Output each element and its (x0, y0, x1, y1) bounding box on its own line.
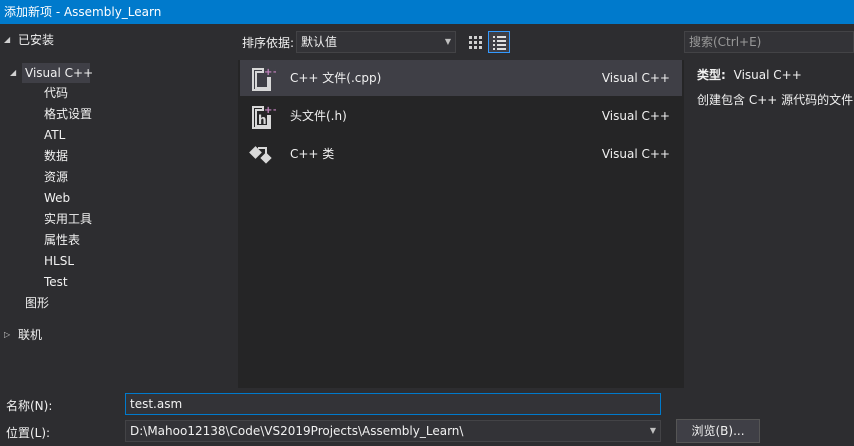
collapsed-arrow-icon[interactable]: ▷ (4, 325, 10, 345)
template-item-cpp-class[interactable]: C++ 类 Visual C++ (240, 136, 682, 172)
expanded-arrow-icon[interactable]: ◢ (4, 30, 10, 50)
expanded-arrow-icon[interactable]: ◢ (10, 63, 16, 83)
list-view-icon (493, 36, 506, 50)
location-value: D:\Mahoo12138\Code\VS2019Projects\Assemb… (130, 424, 464, 438)
tree-label-installed: 已安装 (18, 33, 55, 47)
type-info: 类型: Visual C++ (697, 66, 802, 83)
tree-item-test[interactable]: Test (44, 272, 68, 292)
svg-text:++: ++ (264, 67, 276, 78)
browse-label: 浏览(B)... (691, 424, 745, 438)
window-title-bar: 添加新项 - Assembly_Learn (0, 0, 854, 24)
name-field[interactable]: test.asm (125, 393, 661, 415)
tree-label: HLSL (44, 254, 75, 268)
tree-item-property-sheets[interactable]: 属性表 (44, 230, 80, 250)
template-item-cpp-file[interactable]: ++ C++ 文件(.cpp) Visual C++ (240, 60, 682, 96)
tree-item-code[interactable]: 代码 (44, 83, 68, 103)
svg-text:++: ++ (264, 105, 276, 116)
tree-label: 图形 (25, 296, 50, 310)
item-description: 创建包含 C++ 源代码的文件 (697, 93, 854, 107)
tree-label: Web (44, 191, 71, 205)
item-name: 头文件(.h) (290, 109, 347, 123)
name-value: test.asm (130, 397, 183, 411)
browse-button[interactable]: 浏览(B)... (676, 419, 760, 443)
tree-label: 代码 (44, 86, 69, 100)
tree-item-formatting[interactable]: 格式设置 (44, 104, 92, 124)
tree-item-data[interactable]: 数据 (44, 146, 68, 166)
dropdown-arrow-icon: ▼ (444, 37, 451, 46)
template-list-pane: 排序依据: 默认值 ▼ + C++ 文件(.cpp) Visual C++ h … (238, 24, 684, 388)
tree-label: 资源 (44, 170, 69, 184)
item-language: Visual C++ (601, 71, 670, 85)
tree-item-atl[interactable]: ATL (44, 125, 65, 145)
cpp-file-icon: ++ (248, 64, 281, 92)
tree-item-utility[interactable]: 实用工具 (44, 209, 92, 229)
details-pane: 搜索(Ctrl+E) 类型: Visual C++ 创建包含 C++ 源代码的文… (684, 24, 854, 388)
location-dropdown[interactable]: D:\Mahoo12138\Code\VS2019Projects\Assemb… (125, 420, 661, 442)
tree-item-resource[interactable]: 资源 (44, 167, 68, 187)
item-language: Visual C++ (601, 109, 670, 123)
tree-label: 属性表 (44, 233, 81, 247)
tree-label: ATL (44, 128, 66, 142)
tree-item-hlsl[interactable]: HLSL (44, 251, 74, 271)
name-label: 名称(N): (6, 399, 53, 413)
list-view-button[interactable] (488, 31, 510, 53)
type-value: Visual C++ (733, 68, 802, 82)
sort-label: 排序依据: (242, 36, 295, 50)
grid-view-icon (469, 36, 482, 49)
window-title: 添加新项 - Assembly_Learn (4, 5, 162, 19)
search-placeholder: 搜索(Ctrl+E) (689, 35, 762, 49)
tree-label: Test (44, 275, 68, 289)
item-language: Visual C++ (601, 147, 670, 161)
sort-dropdown[interactable]: 默认值 ▼ (296, 31, 456, 53)
tree-item-web[interactable]: Web (44, 188, 70, 208)
list-toolbar: 排序依据: 默认值 ▼ (238, 24, 684, 60)
tree-label: 数据 (44, 149, 69, 163)
dropdown-arrow-icon: ▼ (649, 426, 656, 435)
type-label: 类型: (697, 68, 726, 82)
search-input[interactable]: 搜索(Ctrl+E) (684, 31, 854, 53)
cpp-class-icon (248, 140, 276, 168)
item-name: C++ 类 (290, 147, 335, 161)
header-file-icon: h ++ (248, 102, 281, 130)
tree-label: 实用工具 (44, 212, 93, 226)
grid-view-button[interactable] (464, 31, 486, 53)
tree-label-online: 联机 (18, 328, 43, 342)
item-name: C++ 文件(.cpp) (290, 71, 382, 85)
tree-label: 格式设置 (44, 107, 93, 121)
tree-node-graphics[interactable]: 图形 (25, 293, 49, 313)
item-form: 名称(N): test.asm 位置(L): D:\Mahoo12138\Cod… (0, 388, 854, 446)
location-label: 位置(L): (6, 426, 51, 440)
template-tree: ◢ 已安装 ◢ Visual C++ 代码 格式设置 ATL 数据 资源 Web… (0, 24, 238, 388)
sort-value: 默认值 (301, 35, 338, 49)
template-item-header-file[interactable]: h ++ 头文件(.h) Visual C++ (240, 98, 682, 134)
tree-label-visual-cpp: Visual C++ (25, 66, 94, 80)
